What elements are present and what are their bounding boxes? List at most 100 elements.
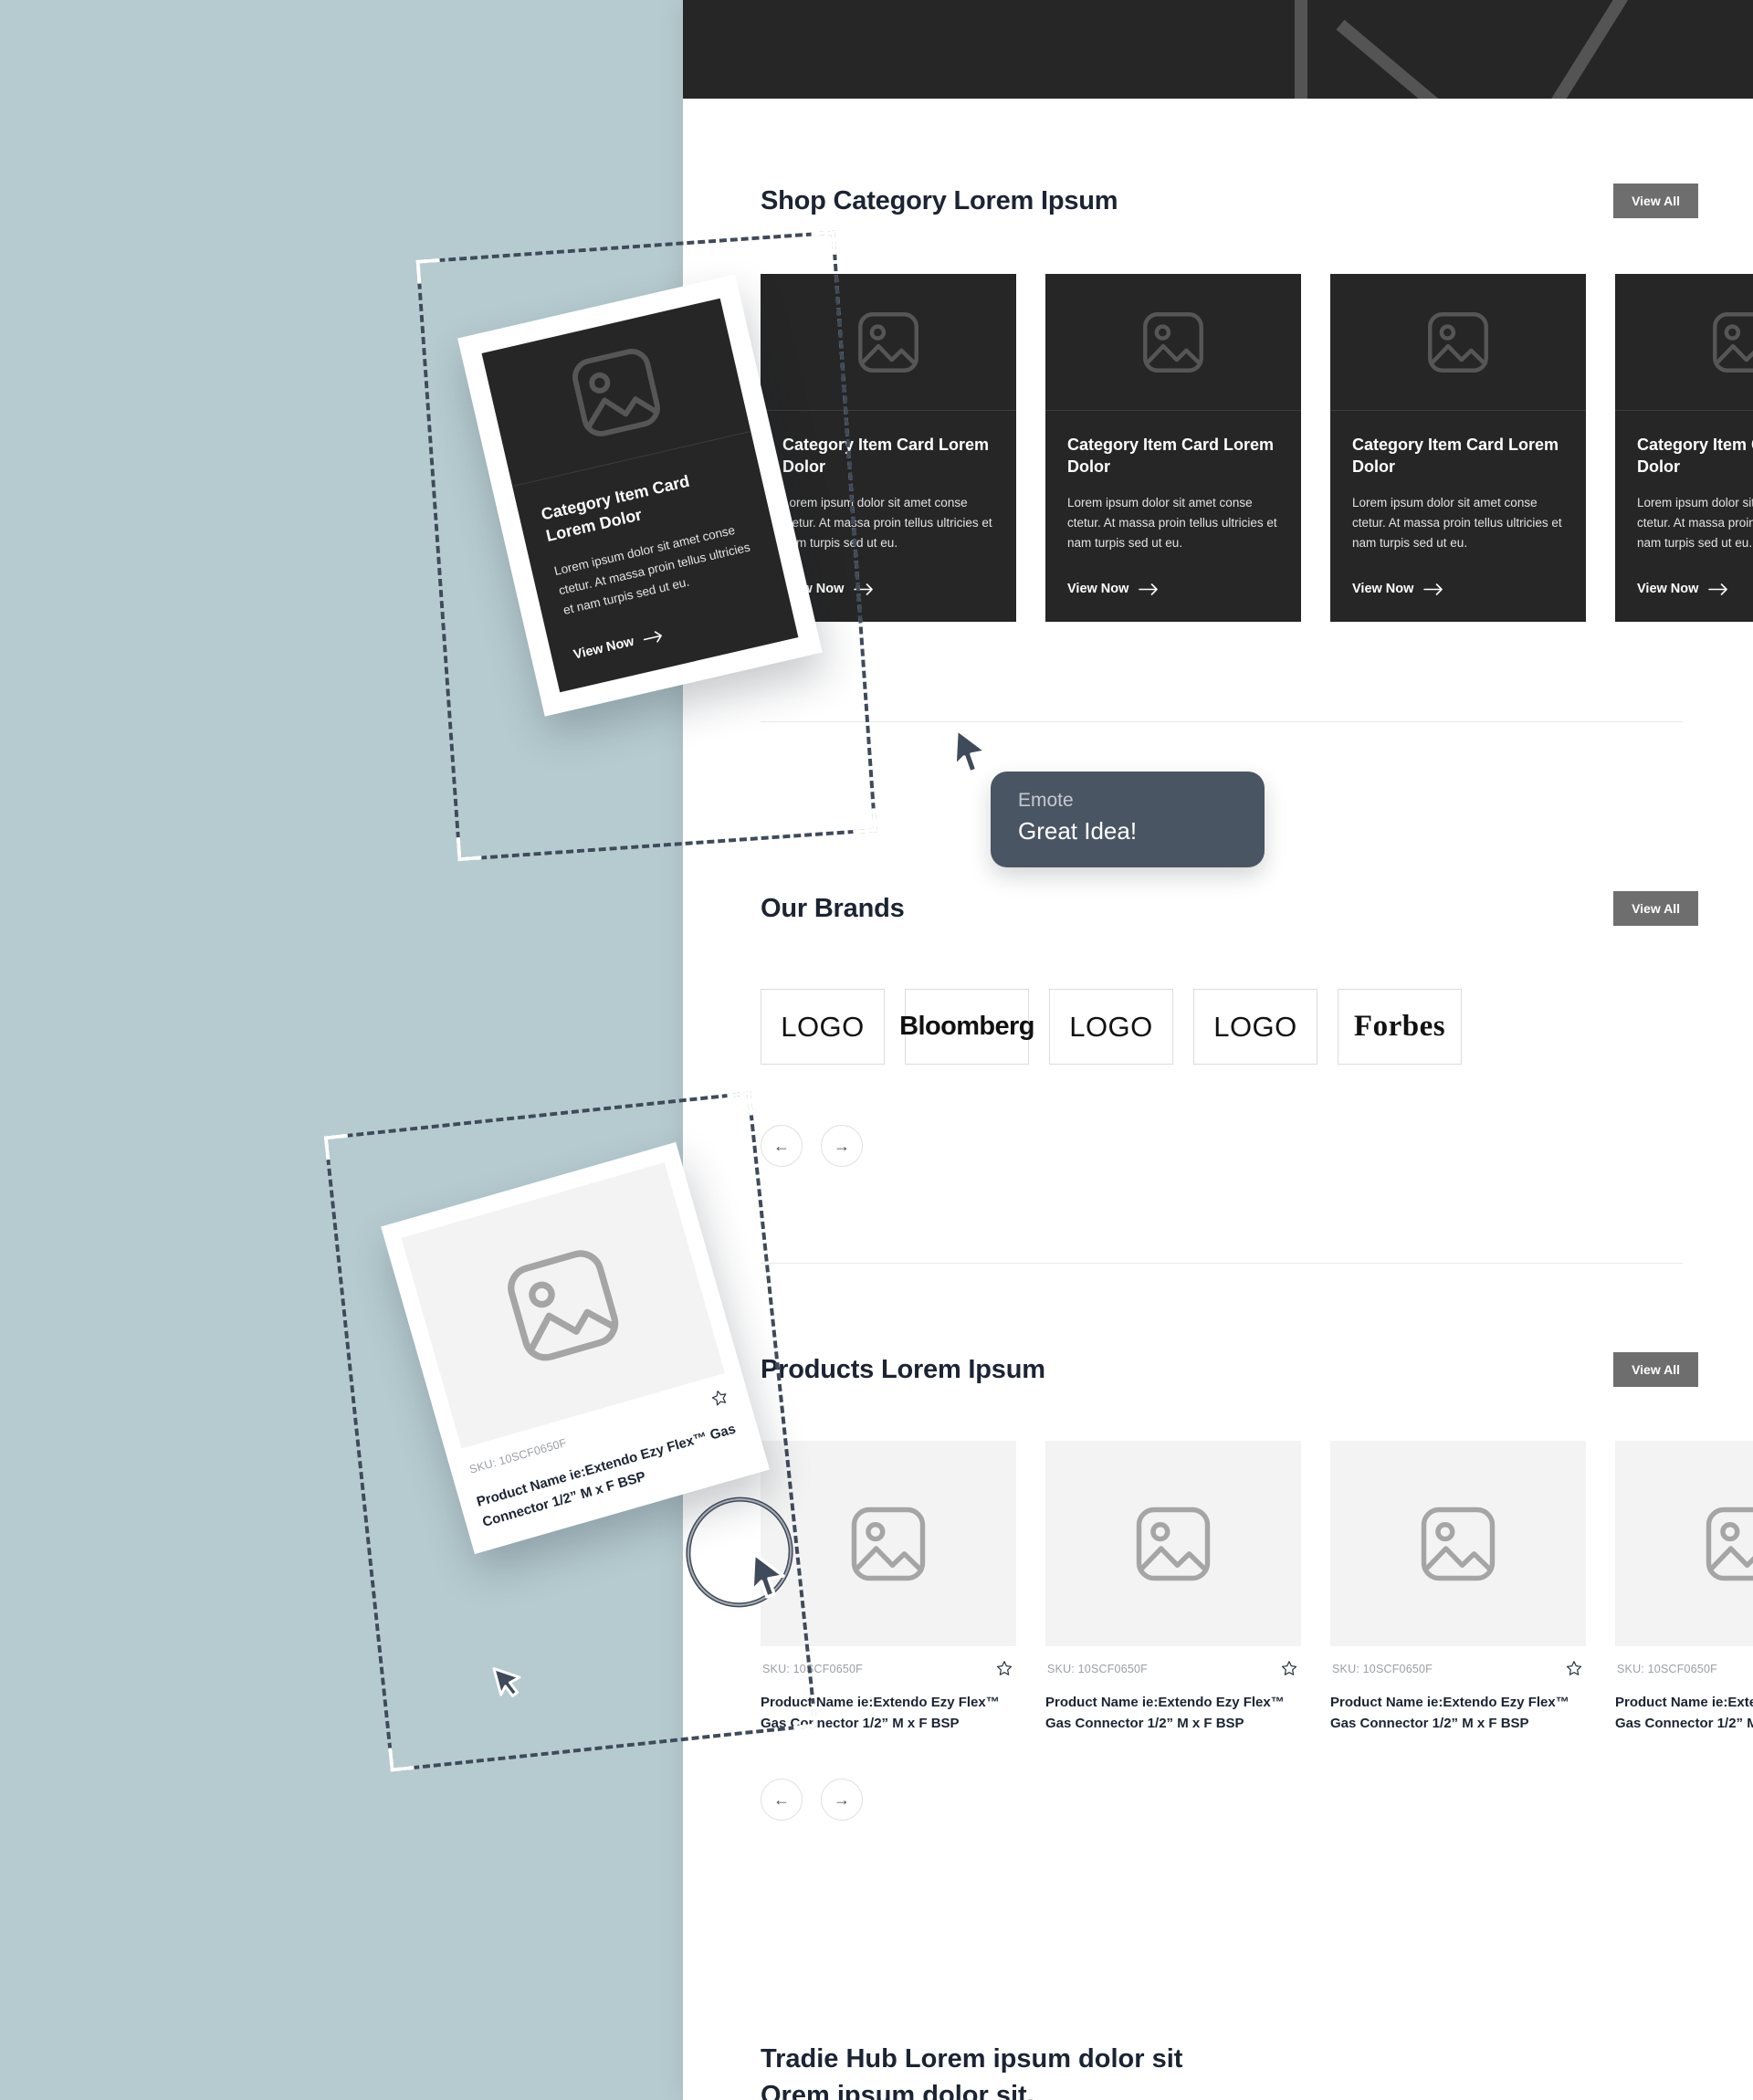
brand-logo-text: Forbes (1353, 1010, 1446, 1043)
image-placeholder-icon (1428, 311, 1488, 373)
product-card-meta: SKU: 10SCF0650F (1615, 1646, 1753, 1678)
category-card[interactable]: Category Item Card Lorem Dolor Lorem ipsu… (1330, 274, 1586, 623)
product-card-meta: SKU: 10SCF0650F (1330, 1646, 1586, 1678)
hero-banner (683, 0, 1753, 99)
product-card-meta: SKU: 10SCF0650F (1045, 1646, 1301, 1678)
product-card-meta: SKU: 10SCF0650F (761, 1646, 1016, 1678)
category-card-body: Category Item Card Lorem Dolor Lorem ipsu… (1330, 411, 1586, 622)
brands-next-button[interactable]: → (821, 1125, 863, 1167)
product-card[interactable]: SKU: 10SCF0650F Product Name ie:Extendo E… (1045, 1441, 1301, 1735)
products-header: Products Lorem Ipsum View All (683, 1342, 1753, 1397)
brand-logo-text: LOGO (1069, 1010, 1153, 1043)
category-card-view-now-link[interactable]: View Now (1067, 582, 1279, 596)
category-card-description: Lorem ipsum dolor sit amet conse ctetur.… (1637, 495, 1753, 550)
category-card-title: Category Item Card Lorem Dolor (1352, 436, 1559, 476)
star-outline-icon[interactable] (994, 1659, 1014, 1678)
image-placeholder-icon (1143, 311, 1203, 373)
hero-decor-vertical (1295, 0, 1307, 99)
page-title-products: Products Lorem Ipsum (761, 1354, 1045, 1384)
category-card-view-now-link[interactable]: View Now (782, 582, 994, 596)
shop-category-view-all-button[interactable]: View All (1613, 184, 1698, 218)
image-placeholder-icon (1421, 1507, 1496, 1580)
category-card[interactable]: Category Item Card Lorem Dolor Lorem ipsu… (761, 274, 1016, 623)
product-card-image (761, 1441, 1016, 1646)
category-card-carousel[interactable]: Category Item Card Lorem Dolor Lorem ipsu… (761, 274, 1753, 623)
product-card[interactable]: SKU: 10SCF0650F Product Name ie:Extendo E… (1330, 1441, 1586, 1735)
product-card-name: Product Name ie:Extendo Ezy Flex™ Gas Co… (1045, 1695, 1285, 1731)
page-title-our-brands: Our Brands (761, 893, 905, 923)
category-card-title: Category Item Card Lorem Dolor (1067, 436, 1275, 476)
hero-decor-diagonal-2 (1528, 0, 1656, 99)
category-card-body: Category Item Card Lorem Dolor Lorem ipsu… (761, 411, 1016, 622)
website-preview-frame: Shop Category Lorem Ipsum View All Categ… (683, 0, 1753, 2100)
product-card-image (1330, 1441, 1586, 1646)
divider-after-categories (761, 721, 1683, 722)
hero-decor-diagonal-1 (1336, 19, 1582, 99)
brand-logo-item[interactable]: Forbes (1338, 989, 1462, 1065)
product-card-carousel[interactable]: SKU: 10SCF0650F Product Name ie:Extendo E… (761, 1441, 1753, 1735)
brand-logo-item[interactable]: LOGO (1049, 989, 1173, 1065)
product-card[interactable]: SKU: 10SCF0650F Product Name ie:Extendo E… (761, 1441, 1016, 1735)
product-card-image (1045, 1441, 1301, 1646)
brand-logo-text: LOGO (781, 1010, 865, 1043)
brand-logo-carousel[interactable]: LOGO Bloomberg LOGO LOGO Forbes (761, 989, 1462, 1065)
brand-logo-item[interactable]: Bloomberg (899, 989, 1034, 1065)
category-card-title: Category Item Card Lorem Dolor (1637, 436, 1753, 476)
products-prev-button[interactable]: ← (761, 1779, 803, 1821)
product-card-name: Product Name ie:Extendo Ezy Flex™ Gas Co… (761, 1695, 1000, 1731)
image-placeholder-icon (851, 1507, 926, 1580)
product-card-name: Product Name ie:Extendo Ezy Flex™ Gas Co… (1330, 1695, 1569, 1731)
category-card-image (761, 274, 1016, 411)
category-card-view-now-label: View Now (782, 582, 845, 597)
products-next-button[interactable]: → (821, 1779, 863, 1821)
arrow-right-icon (854, 583, 874, 595)
product-card-sku: SKU: 10SCF0650F (1332, 1662, 1433, 1675)
shop-category-section: Shop Category Lorem Ipsum View All (683, 173, 1753, 228)
brand-logo-item[interactable]: LOGO (1193, 989, 1317, 1065)
category-card-description: Lorem ipsum dolor sit amet conse ctetur.… (1067, 495, 1277, 550)
arrow-right-icon (1139, 583, 1159, 595)
products-view-all-button[interactable]: View All (1613, 1352, 1698, 1387)
products-section: Products Lorem Ipsum View All (683, 1342, 1753, 1397)
products-carousel-controls: ← → (761, 1779, 863, 1821)
shop-category-header: Shop Category Lorem Ipsum View All (683, 173, 1753, 228)
product-card-sku: SKU: 10SCF0650F (762, 1662, 863, 1675)
image-placeholder-icon (1136, 1507, 1211, 1580)
our-brands-header: Our Brands View All (683, 881, 1753, 936)
brands-prev-button[interactable]: ← (761, 1125, 803, 1167)
category-card-description: Lorem ipsum dolor sit amet conse ctetur.… (1352, 495, 1562, 550)
divider-after-brands (761, 1263, 1683, 1264)
brand-logo-text: LOGO (1213, 1010, 1297, 1043)
category-card-description: Lorem ipsum dolor sit amet conse ctetur.… (782, 495, 992, 550)
screenshot-stage: Shop Category Lorem Ipsum View All Categ… (0, 0, 1753, 2100)
arrow-right-icon (1708, 583, 1728, 595)
brand-logo-item[interactable]: LOGO (761, 989, 885, 1065)
category-card-view-now-label: View Now (1067, 582, 1129, 597)
tradie-hub-title: Tradie Hub Lorem ipsum dolor sit Orem ip… (761, 2044, 1183, 2100)
category-card-image (1330, 274, 1586, 411)
star-outline-icon[interactable] (1279, 1659, 1299, 1678)
category-card-body: Category Item Card Lorem Dolor Lorem ipsu… (1045, 411, 1301, 622)
image-placeholder-icon (1713, 311, 1753, 373)
arrow-right-icon (1423, 583, 1443, 595)
category-card-image (1045, 274, 1301, 411)
brands-carousel-controls: ← → (761, 1125, 863, 1167)
product-card-sku: SKU: 10SCF0650F (1617, 1662, 1717, 1675)
category-card-body: Category Item Card Lorem Dolor Lorem ipsu… (1615, 411, 1753, 622)
category-card-view-now-link[interactable]: View Now (1637, 582, 1753, 596)
star-outline-icon[interactable] (1564, 1659, 1584, 1678)
category-card-view-now-label: View Now (1352, 582, 1414, 597)
page-title-shop-category: Shop Category Lorem Ipsum (761, 185, 1118, 215)
product-card-image (1615, 1441, 1753, 1646)
category-card[interactable]: Category Item Card Lorem Dolor Lorem ipsu… (1045, 274, 1301, 623)
product-card-sku: SKU: 10SCF0650F (1047, 1662, 1148, 1675)
brand-logo-text: Bloomberg (899, 1012, 1034, 1041)
our-brands-view-all-button[interactable]: View All (1613, 891, 1698, 926)
product-card[interactable]: SKU: 10SCF0650F Product Name ie:Extendo E… (1615, 1441, 1753, 1735)
image-placeholder-icon (1706, 1507, 1753, 1580)
category-card-image (1615, 274, 1753, 411)
category-card[interactable]: Category Item Card Lorem Dolor Lorem ipsu… (1615, 274, 1753, 623)
product-card-name: Product Name ie:Extendo Ezy Flex™ Gas Co… (1615, 1695, 1753, 1731)
category-card-view-now-label: View Now (1637, 582, 1699, 597)
category-card-view-now-link[interactable]: View Now (1352, 582, 1564, 596)
